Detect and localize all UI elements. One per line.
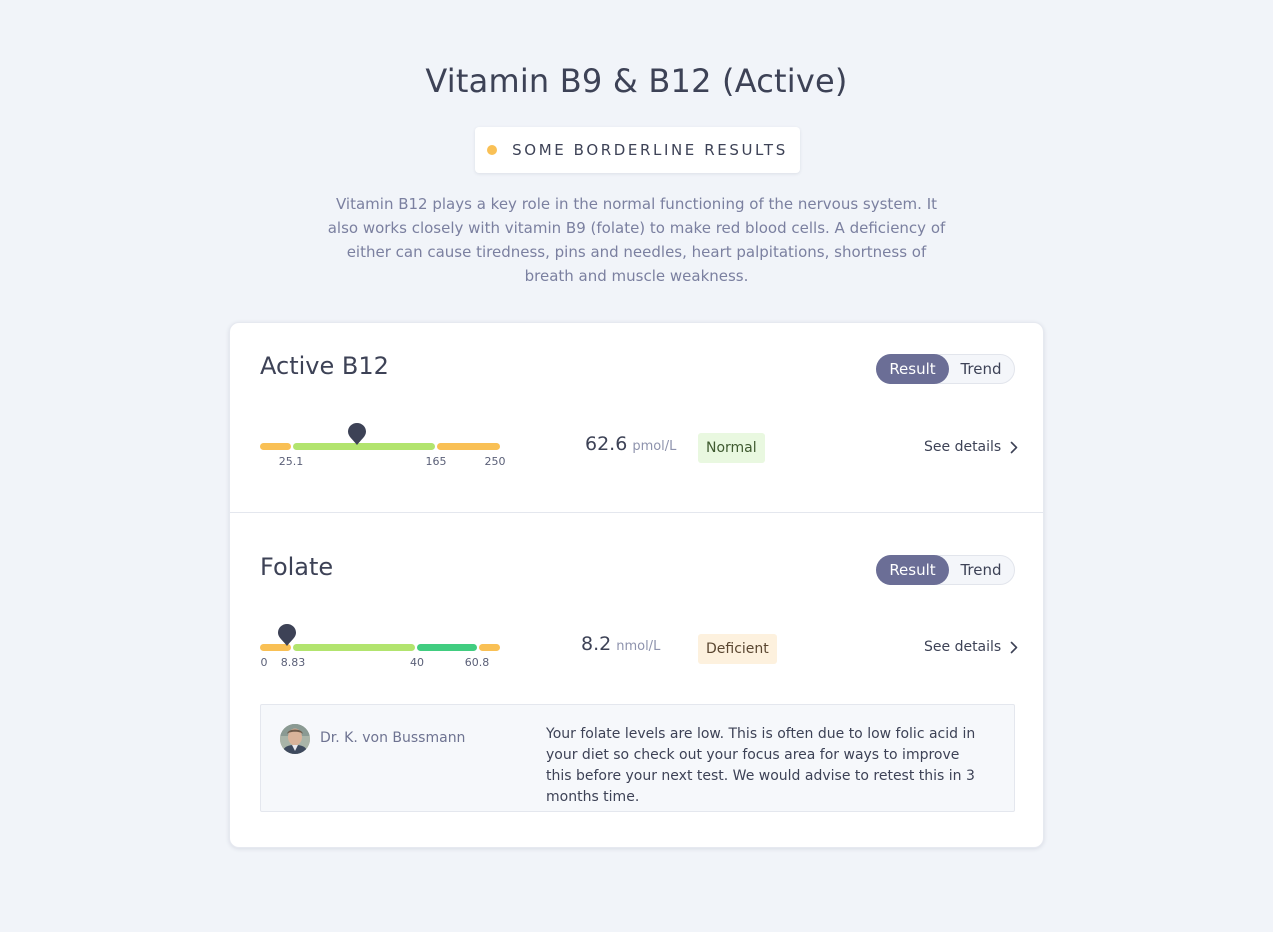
see-details-label: See details xyxy=(924,639,1002,655)
map-pin-icon xyxy=(278,624,296,646)
status-badge-normal: Normal xyxy=(698,433,765,463)
avatar xyxy=(280,724,310,754)
result-value: 62.6 pmol/L xyxy=(585,433,676,455)
result-value: 8.2 nmol/L xyxy=(581,633,660,655)
range-segment-high xyxy=(479,644,500,651)
marker-active-b12: Active B12 Result Trend 25.1 165 250 62.… xyxy=(230,323,1043,513)
status-text: SOME BORDERLINE RESULTS xyxy=(512,141,788,159)
result-tab[interactable]: Result xyxy=(876,354,949,384)
range-segment-normal xyxy=(293,644,415,651)
see-details-label: See details xyxy=(924,439,1002,455)
page-title: Vitamin B9 & B12 (Active) xyxy=(425,62,848,100)
trend-tab[interactable]: Trend xyxy=(949,555,1013,585)
doctor-comment-box: Dr. K. von Bussmann Your folate levels a… xyxy=(260,704,1015,812)
value-unit: pmol/L xyxy=(632,439,677,454)
result-trend-toggle[interactable]: Result Trend xyxy=(876,354,1015,384)
doctor-photo xyxy=(280,724,310,754)
marker-title: Active B12 xyxy=(260,352,389,380)
result-trend-toggle[interactable]: Result Trend xyxy=(876,555,1015,585)
range-segment-low xyxy=(260,443,291,450)
range-tick: 0 xyxy=(260,656,268,669)
range-tick: 250 xyxy=(484,455,506,468)
marker-title: Folate xyxy=(260,553,334,581)
range-tick: 40 xyxy=(410,656,424,669)
range-tick: 165 xyxy=(425,455,447,468)
doctor-name: Dr. K. von Bussmann xyxy=(320,730,466,746)
map-pin-icon xyxy=(348,423,366,445)
results-card: Active B12 Result Trend 25.1 165 250 62.… xyxy=(229,322,1044,848)
chevron-right-icon xyxy=(1010,441,1018,453)
range-segment-optimal xyxy=(417,644,477,651)
range-tick: 8.83 xyxy=(280,656,306,669)
range-bar: 25.1 165 250 xyxy=(260,423,510,468)
chevron-right-icon xyxy=(1010,641,1018,653)
see-details-link[interactable]: See details xyxy=(924,439,1018,455)
value-number: 8.2 xyxy=(581,633,612,655)
trend-tab[interactable]: Trend xyxy=(949,354,1013,384)
range-segment-high xyxy=(437,443,500,450)
value-unit: nmol/L xyxy=(616,639,661,654)
status-badge: SOME BORDERLINE RESULTS xyxy=(475,127,800,173)
intro-description: Vitamin B12 plays a key role in the norm… xyxy=(327,195,946,285)
doctor-comment: Your folate levels are low. This is ofte… xyxy=(546,726,976,805)
result-tab[interactable]: Result xyxy=(876,555,949,585)
marker-folate: Folate Result Trend 0 8.83 40 60.8 8.2 n… xyxy=(230,514,1043,849)
status-dot-icon xyxy=(487,145,498,155)
value-number: 62.6 xyxy=(585,433,628,455)
status-badge-deficient: Deficient xyxy=(698,634,777,664)
range-bar: 0 8.83 40 60.8 xyxy=(260,624,510,669)
see-details-link[interactable]: See details xyxy=(924,639,1018,655)
range-tick: 25.1 xyxy=(278,455,304,468)
range-tick: 60.8 xyxy=(464,656,490,669)
